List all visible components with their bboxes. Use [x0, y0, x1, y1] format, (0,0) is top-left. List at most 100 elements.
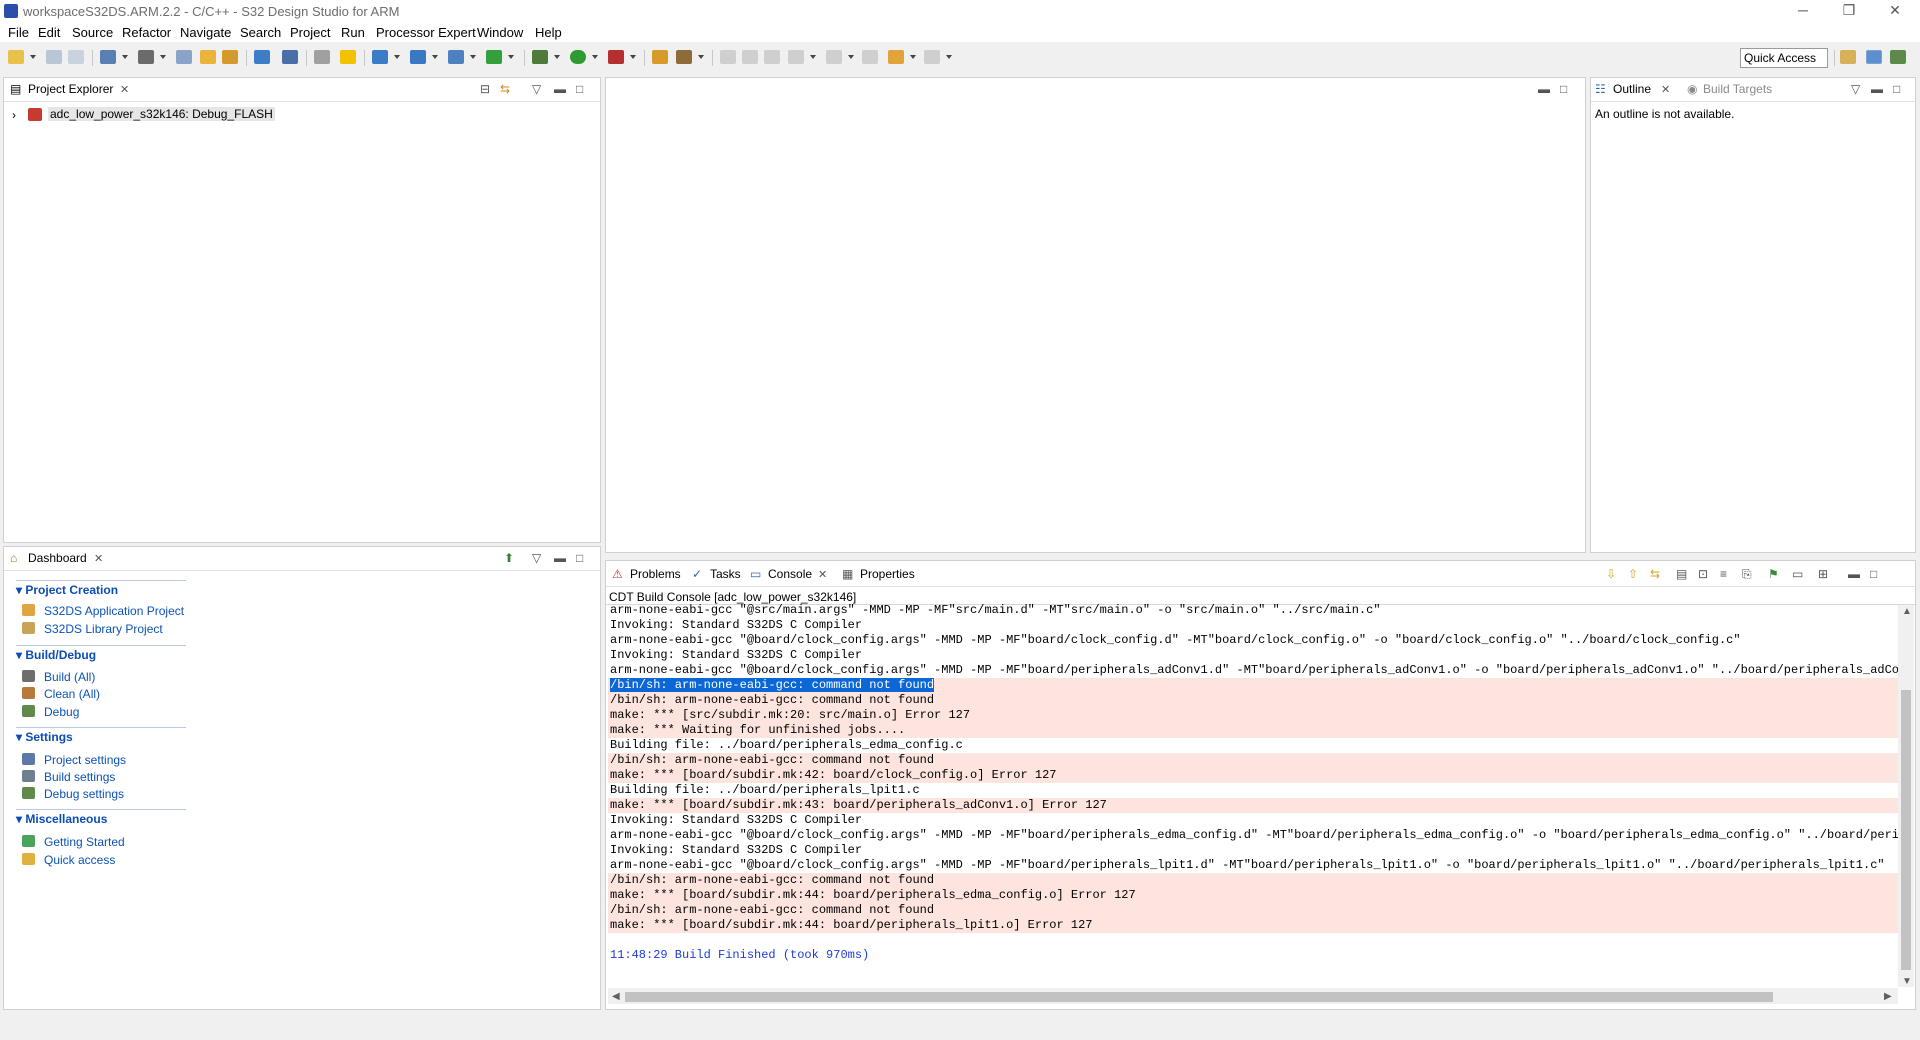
- close-icon[interactable]: ✕: [1661, 83, 1670, 96]
- word-wrap-icon[interactable]: ≡: [1720, 567, 1727, 581]
- debug-config-icon[interactable]: [282, 50, 298, 64]
- scroll-right-icon[interactable]: ▶: [1884, 991, 1892, 1002]
- component-icon[interactable]: [410, 50, 426, 64]
- view-menu-icon[interactable]: ▽: [1851, 82, 1860, 96]
- import-icon[interactable]: [254, 50, 270, 64]
- section-build-debug[interactable]: ▾ Build/Debug: [16, 648, 96, 662]
- peripherals-icon[interactable]: [372, 50, 388, 64]
- menu-edit[interactable]: Edit: [38, 25, 60, 40]
- search-tool-icon[interactable]: [676, 50, 692, 64]
- pin-console-icon[interactable]: ⚑: [1768, 567, 1779, 581]
- cpp-perspective-icon[interactable]: [1866, 50, 1882, 64]
- maximize-icon[interactable]: □: [1870, 567, 1877, 581]
- refresh-icon[interactable]: [486, 50, 502, 64]
- minimize-icon[interactable]: ▬: [1538, 82, 1550, 96]
- link-quick-access[interactable]: Quick access: [44, 853, 115, 867]
- dashboard-action-icon[interactable]: ⬆: [504, 551, 514, 565]
- maximize-icon[interactable]: □: [1893, 82, 1900, 96]
- back-icon[interactable]: [888, 50, 904, 64]
- clear-console-icon[interactable]: ▤: [1676, 567, 1687, 581]
- menu-project[interactable]: Project: [290, 25, 330, 40]
- link-library-project[interactable]: S32DS Library Project: [44, 622, 163, 636]
- project-item[interactable]: adc_low_power_s32k146: Debug_FLASH: [48, 107, 275, 121]
- last-edit-icon[interactable]: [862, 50, 878, 64]
- tools-icon[interactable]: [314, 50, 330, 64]
- link-editor-icon[interactable]: ⇆: [500, 82, 510, 96]
- minimize-icon[interactable]: ▬: [1848, 567, 1860, 581]
- scroll-left-icon[interactable]: ◀: [612, 991, 620, 1002]
- close-icon[interactable]: ✕: [818, 568, 827, 581]
- lightning-icon[interactable]: [340, 50, 356, 64]
- settings-icon[interactable]: [100, 50, 116, 64]
- next-error-icon[interactable]: ⇩: [1606, 567, 1616, 581]
- view-menu-icon[interactable]: ▽: [532, 551, 541, 565]
- close-icon[interactable]: ✕: [120, 83, 129, 96]
- link-debug-settings[interactable]: Debug settings: [44, 787, 124, 801]
- open-console-icon[interactable]: ⊞: [1818, 567, 1828, 581]
- restore-button[interactable]: ❐: [1826, 0, 1872, 22]
- minimize-icon[interactable]: ▬: [554, 82, 566, 96]
- save-icon[interactable]: [46, 50, 62, 64]
- build-icon[interactable]: [138, 50, 154, 64]
- vertical-scroll-thumb[interactable]: [1901, 690, 1911, 970]
- link-debug[interactable]: Debug: [44, 705, 79, 719]
- tab-project-explorer[interactable]: Project Explorer: [28, 82, 113, 96]
- show-whitespace-icon[interactable]: [764, 50, 780, 64]
- previous-error-icon[interactable]: ⇧: [1628, 567, 1638, 581]
- tab-dashboard[interactable]: Dashboard: [28, 551, 87, 565]
- link-project-settings[interactable]: Project settings: [44, 753, 126, 767]
- menu-help[interactable]: Help: [535, 25, 562, 40]
- menu-refactor[interactable]: Refactor: [122, 25, 171, 40]
- external-tools-icon[interactable]: [608, 50, 624, 64]
- copy-icon[interactable]: ⎘: [1742, 567, 1752, 582]
- menu-file[interactable]: File: [8, 25, 29, 40]
- link-getting-started[interactable]: Getting Started: [44, 835, 125, 849]
- menu-search[interactable]: Search: [240, 25, 281, 40]
- link-clean-all[interactable]: Clean (All): [44, 687, 100, 701]
- run-icon[interactable]: [570, 50, 586, 64]
- new-icon[interactable]: [8, 50, 24, 64]
- scroll-lock-icon[interactable]: ⊡: [1698, 567, 1708, 581]
- maximize-icon[interactable]: □: [576, 82, 583, 96]
- tab-console[interactable]: Console: [768, 567, 812, 581]
- minimize-button[interactable]: ─: [1780, 0, 1826, 22]
- quick-access-field[interactable]: Quick Access: [1740, 48, 1828, 68]
- close-icon[interactable]: ✕: [94, 552, 103, 565]
- menu-processor-expert[interactable]: Processor Expert: [376, 25, 476, 40]
- forward-icon[interactable]: [924, 50, 940, 64]
- menu-window[interactable]: Window: [477, 25, 523, 40]
- minimize-icon[interactable]: ▬: [1871, 82, 1883, 96]
- close-window-button[interactable]: ✕: [1872, 0, 1918, 22]
- tab-tasks[interactable]: Tasks: [710, 567, 741, 581]
- scroll-down-icon[interactable]: ▼: [1902, 976, 1912, 987]
- new-class-icon[interactable]: [448, 50, 464, 64]
- open-type-icon[interactable]: [652, 50, 668, 64]
- section-project-creation[interactable]: ▾ Project Creation: [16, 583, 118, 597]
- maximize-icon[interactable]: □: [576, 551, 583, 565]
- link-build-all[interactable]: Build (All): [44, 670, 95, 684]
- scroll-up-icon[interactable]: ▲: [1902, 606, 1912, 617]
- tab-problems[interactable]: Problems: [630, 567, 681, 581]
- debug-icon[interactable]: [532, 50, 548, 64]
- menu-source[interactable]: Source: [72, 25, 113, 40]
- display-console-icon[interactable]: ▭: [1792, 567, 1803, 581]
- link-build-settings[interactable]: Build settings: [44, 770, 115, 784]
- maximize-icon[interactable]: □: [1560, 82, 1567, 96]
- section-settings[interactable]: ▾ Settings: [16, 730, 73, 744]
- binary-icon[interactable]: [176, 50, 192, 64]
- tab-outline[interactable]: Outline: [1613, 82, 1651, 96]
- save-all-icon[interactable]: [68, 50, 84, 64]
- tab-build-targets[interactable]: Build Targets: [1703, 82, 1772, 96]
- debug-perspective-icon[interactable]: [1890, 50, 1906, 64]
- link-console-icon[interactable]: ⇆: [1650, 567, 1660, 581]
- toggle-block-icon[interactable]: [742, 50, 758, 64]
- section-miscellaneous[interactable]: ▾ Miscellaneous: [16, 812, 107, 826]
- toggle-mark-icon[interactable]: [720, 50, 736, 64]
- open-perspective-icon[interactable]: [1840, 50, 1856, 64]
- chevron-right-icon[interactable]: ›: [12, 108, 16, 122]
- previous-annotation-icon[interactable]: [826, 50, 842, 64]
- horizontal-scroll-thumb[interactable]: [625, 992, 1773, 1002]
- collapse-all-icon[interactable]: ⊟: [480, 82, 490, 96]
- view-menu-icon[interactable]: ▽: [532, 82, 541, 96]
- minimize-icon[interactable]: ▬: [554, 551, 566, 565]
